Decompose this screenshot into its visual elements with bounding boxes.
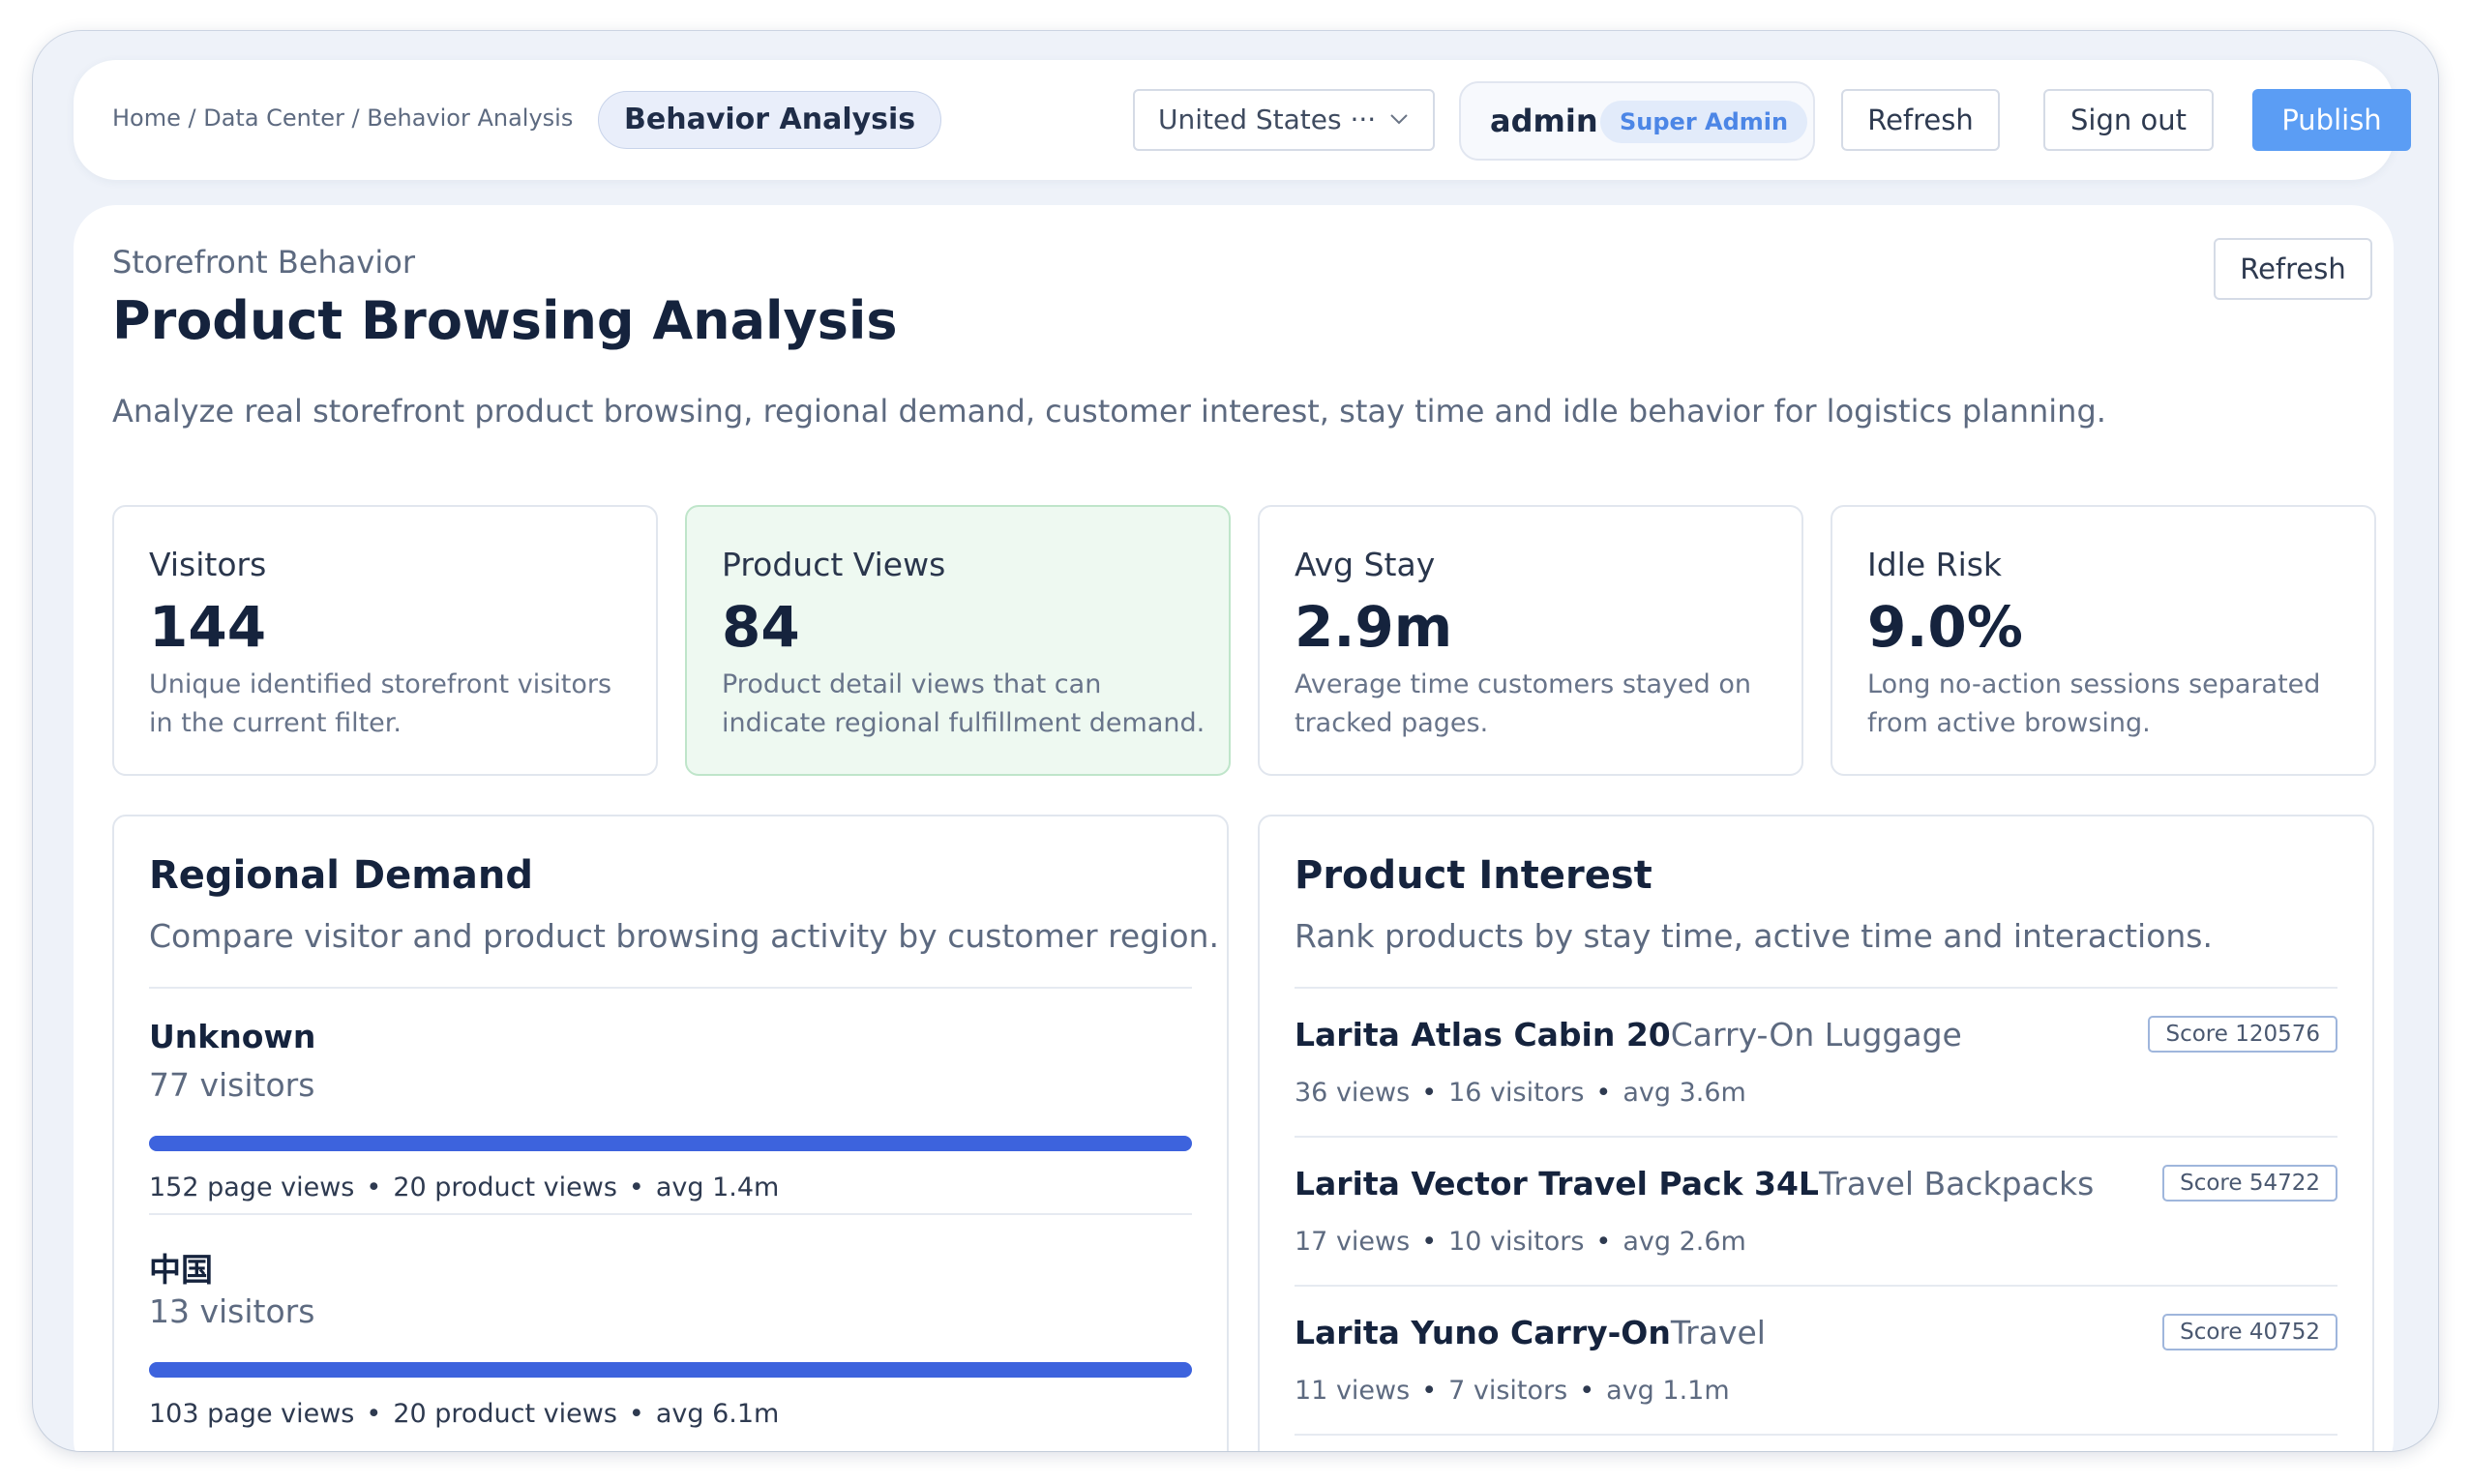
- region-avg: avg 1.4m: [655, 1172, 780, 1202]
- product-visitors: 10 visitors: [1448, 1227, 1585, 1257]
- product-row[interactable]: Larita Yuno Carry-OnTravel Score 40752 1…: [1295, 1287, 2337, 1434]
- country-select[interactable]: United States ···: [1133, 89, 1435, 151]
- stat-description: Average time customers stayed on tracked…: [1295, 669, 1751, 738]
- region-bar-track: [149, 1362, 1192, 1378]
- region-bar-fill: [149, 1362, 1192, 1378]
- stat-label: Visitors: [149, 546, 267, 583]
- page-description: Analyze real storefront product browsing…: [112, 393, 2106, 430]
- stat-description: Product detail views that can indicate r…: [722, 669, 1206, 738]
- panel-subtitle: Compare visitor and product browsing act…: [149, 917, 1219, 955]
- region-bar-track: [149, 1136, 1192, 1151]
- region-row[interactable]: 中国 13 visitors 103 page views • 20 product…: [149, 1215, 1192, 1441]
- region-page-views: 152 page views: [149, 1172, 355, 1202]
- region-product-views: 20 product views: [393, 1399, 617, 1429]
- separator-dot: •: [1421, 1227, 1438, 1257]
- product-name: Larita Vector Travel Pack 34L: [1295, 1165, 1819, 1202]
- main-content: Storefront Behavior Product Browsing Ana…: [74, 205, 2394, 1451]
- product-category: Travel Backpacks: [1818, 1165, 2095, 1202]
- product-visitors: 16 visitors: [1448, 1078, 1585, 1108]
- stat-value: 2.9m: [1295, 594, 1453, 660]
- separator-dot: •: [628, 1172, 644, 1202]
- section-eyebrow: Storefront Behavior: [112, 244, 415, 281]
- product-visitors: 7 visitors: [1448, 1376, 1568, 1406]
- product-category: Carry-On Luggage: [1670, 1016, 1962, 1054]
- region-name: 中国: [149, 1251, 213, 1289]
- product-views: 36 views: [1295, 1078, 1411, 1108]
- product-name: Larita Yuno Carry-On: [1295, 1314, 1671, 1351]
- publish-button[interactable]: Publish: [2252, 89, 2411, 151]
- region-row[interactable]: Unknown 77 visitors 152 page views • 20 pr…: [149, 989, 1192, 1215]
- score-badge: Score 54722: [2162, 1165, 2337, 1202]
- separator-dot: •: [1595, 1227, 1612, 1257]
- separator-dot: •: [628, 1399, 644, 1429]
- content-refresh-button[interactable]: Refresh: [2214, 238, 2372, 300]
- breadcrumb[interactable]: Home / Data Center / Behavior Analysis: [112, 104, 573, 132]
- region-name: Unknown: [149, 1018, 316, 1055]
- separator-dot: •: [1579, 1376, 1595, 1406]
- separator-dot: •: [1421, 1376, 1438, 1406]
- country-select-value: United States ···: [1158, 104, 1377, 135]
- stat-label: Idle Risk: [1867, 546, 2003, 583]
- stat-value: 144: [149, 594, 267, 660]
- region-meta: 152 page views • 20 product views • avg 1.4m: [149, 1172, 779, 1202]
- separator-dot: •: [1595, 1078, 1612, 1108]
- panel-title: Regional Demand: [149, 853, 533, 898]
- user-name: admin: [1490, 103, 1598, 139]
- product-views: 11 views: [1295, 1376, 1411, 1406]
- score-badge: Score 120576: [2148, 1016, 2337, 1053]
- stat-card-visitors: Visitors 144 Unique identified storefron…: [112, 505, 658, 776]
- region-visitors: 77 visitors: [149, 1066, 315, 1104]
- stat-label: Product Views: [722, 546, 946, 583]
- product-name: Larita Atlas Cabin 20: [1295, 1016, 1671, 1054]
- stat-label: Avg Stay: [1295, 546, 1436, 583]
- stat-description: Unique identified storefront visitors in…: [149, 669, 612, 738]
- product-interest-panel: Product Interest Rank products by stay t…: [1258, 815, 2374, 1451]
- page-title: Product Browsing Analysis: [112, 290, 898, 351]
- stat-value: 84: [722, 594, 800, 660]
- separator-dot: •: [1421, 1078, 1438, 1108]
- chevron-down-icon: [1388, 91, 1410, 172]
- product-meta: 36 views • 16 visitors • avg 3.6m: [1295, 1078, 1746, 1108]
- panel-title: Product Interest: [1295, 853, 1652, 898]
- sign-out-button[interactable]: Sign out: [2043, 89, 2214, 151]
- current-page-pill: Behavior Analysis: [598, 91, 942, 149]
- divider: [1295, 1434, 2337, 1436]
- role-badge: Super Admin: [1600, 101, 1808, 143]
- stat-card-avg-stay: Avg Stay 2.9m Average time customers sta…: [1258, 505, 1803, 776]
- panel-subtitle: Rank products by stay time, active time …: [1295, 917, 2213, 955]
- user-box[interactable]: admin Super Admin: [1459, 81, 1815, 161]
- region-product-views: 20 product views: [393, 1172, 617, 1202]
- app-window: Home / Data Center / Behavior Analysis B…: [33, 31, 2438, 1451]
- region-visitors: 13 visitors: [149, 1292, 315, 1330]
- product-avg: avg 3.6m: [1623, 1078, 1746, 1108]
- separator-dot: •: [366, 1399, 382, 1429]
- region-bar-fill: [149, 1136, 1192, 1151]
- product-line: Larita Atlas Cabin 20Carry-On Luggage: [1295, 1016, 1962, 1054]
- product-line: Larita Vector Travel Pack 34LTravel Back…: [1295, 1165, 2094, 1202]
- score-badge: Score 40752: [2162, 1314, 2337, 1350]
- region-meta: 103 page views • 20 product views • avg 6.1m: [149, 1399, 779, 1429]
- stat-card-idle-risk: Idle Risk 9.0% Long no-action sessions s…: [1831, 505, 2376, 776]
- product-row[interactable]: Larita Vector Travel Pack 34LTravel Back…: [1295, 1138, 2337, 1285]
- product-row[interactable]: Larita Atlas Cabin 20Carry-On Luggage Sc…: [1295, 989, 2337, 1136]
- stat-description: Long no-action sessions separated from a…: [1867, 669, 2321, 738]
- stat-card-product-views: Product Views 84 Product detail views th…: [685, 505, 1231, 776]
- stat-value: 9.0%: [1867, 594, 2023, 660]
- product-avg: avg 1.1m: [1606, 1376, 1730, 1406]
- product-meta: 11 views • 7 visitors • avg 1.1m: [1295, 1376, 1730, 1406]
- refresh-button[interactable]: Refresh: [1841, 89, 2000, 151]
- product-meta: 17 views • 10 visitors • avg 2.6m: [1295, 1227, 1746, 1257]
- top-bar: Home / Data Center / Behavior Analysis B…: [74, 60, 2411, 180]
- product-category: Travel: [1670, 1314, 1766, 1351]
- separator-dot: •: [366, 1172, 382, 1202]
- product-line: Larita Yuno Carry-OnTravel: [1295, 1314, 1766, 1351]
- region-page-views: 103 page views: [149, 1399, 355, 1429]
- product-avg: avg 2.6m: [1623, 1227, 1746, 1257]
- regional-demand-panel: Regional Demand Compare visitor and prod…: [112, 815, 1229, 1451]
- product-views: 17 views: [1295, 1227, 1411, 1257]
- region-avg: avg 6.1m: [655, 1399, 780, 1429]
